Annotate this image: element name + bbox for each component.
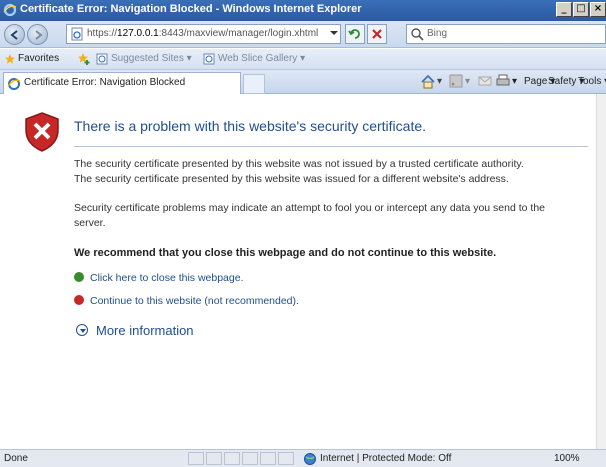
search-placeholder: Bing bbox=[427, 28, 448, 39]
read-mail-icon[interactable] bbox=[478, 75, 492, 87]
explanation-line-2: The security certificate presented by th… bbox=[74, 173, 509, 185]
refresh-button[interactable] bbox=[345, 24, 365, 44]
favorites-bar: Favorites Suggested Sites ▾ Web Slice Ga… bbox=[0, 49, 606, 70]
page-title: There is a problem with this website's s… bbox=[74, 118, 427, 134]
red-x-shield-icon bbox=[74, 295, 84, 305]
feeds-icon[interactable] bbox=[449, 74, 463, 88]
new-tab-button[interactable] bbox=[243, 74, 265, 94]
window-title: Certificate Error: Navigation Blocked - … bbox=[20, 3, 362, 15]
title-bar: Certificate Error: Navigation Blocked - … bbox=[0, 0, 606, 21]
status-pane bbox=[224, 452, 240, 465]
status-text: Done bbox=[4, 453, 28, 464]
tab-certificate-error[interactable]: Certificate Error: Navigation Blocked bbox=[3, 72, 241, 94]
continue-link-label: Continue to this website (not recommende… bbox=[90, 295, 299, 307]
print-icon[interactable] bbox=[496, 74, 510, 88]
status-pane bbox=[242, 452, 258, 465]
address-dropdown-icon[interactable] bbox=[328, 26, 340, 40]
more-information-toggle[interactable]: More information bbox=[76, 323, 194, 338]
tab-label: Certificate Error: Navigation Blocked bbox=[24, 77, 186, 88]
address-input[interactable]: https://127.0.0.1:8443/maxview/manager/l… bbox=[66, 24, 341, 44]
more-information-label: More information bbox=[96, 323, 194, 338]
status-pane bbox=[278, 452, 294, 465]
favorites-button[interactable]: Favorites bbox=[18, 53, 59, 64]
tools-menu[interactable]: Tools ▾ bbox=[578, 76, 606, 87]
home-icon[interactable] bbox=[420, 74, 436, 90]
web-slice-icon bbox=[203, 53, 215, 65]
green-check-shield-icon bbox=[74, 272, 84, 282]
url-path: :8443/maxview/manager/login.xhtml bbox=[158, 28, 319, 39]
warning-paragraph: Security certificate problems may indica… bbox=[74, 202, 546, 229]
favorites-star-icon bbox=[5, 54, 15, 64]
status-pane bbox=[206, 452, 222, 465]
page-icon bbox=[71, 27, 83, 41]
back-arrow-icon bbox=[10, 30, 18, 40]
explanation-line-1: The security certificate presented by th… bbox=[74, 158, 524, 170]
vertical-scrollbar[interactable] bbox=[596, 94, 606, 449]
minimize-button[interactable]: _ bbox=[556, 2, 572, 17]
page-content: There is a problem with this website's s… bbox=[0, 94, 596, 449]
divider bbox=[74, 146, 588, 147]
tab-command-bar: Certificate Error: Navigation Blocked ▾ … bbox=[0, 70, 606, 94]
security-zone[interactable]: Internet | Protected Mode: Off bbox=[320, 453, 451, 464]
zoom-level[interactable]: 100% bbox=[554, 453, 580, 464]
close-window-button[interactable]: × bbox=[590, 2, 606, 17]
close-webpage-link[interactable]: Click here to close this webpage. bbox=[74, 272, 244, 284]
search-input[interactable]: Bing bbox=[406, 24, 606, 44]
status-pane bbox=[188, 452, 204, 465]
back-button[interactable] bbox=[4, 24, 25, 45]
close-webpage-link-label: Click here to close this webpage. bbox=[90, 272, 244, 284]
window-controls: _ □ × bbox=[556, 2, 606, 17]
maximize-button[interactable]: □ bbox=[573, 2, 589, 17]
status-pane bbox=[260, 452, 276, 465]
url-host: 127.0.0.1 bbox=[117, 28, 159, 39]
expand-chevron-icon bbox=[76, 324, 88, 336]
web-slice-gallery-link[interactable]: Web Slice Gallery ▾ bbox=[218, 53, 305, 64]
search-icon bbox=[411, 28, 424, 41]
refresh-icon bbox=[348, 29, 360, 39]
forward-button[interactable] bbox=[27, 24, 48, 45]
stop-button[interactable] bbox=[367, 24, 387, 44]
suggested-sites-link[interactable]: Suggested Sites ▾ bbox=[111, 53, 192, 64]
add-favorite-icon[interactable] bbox=[77, 52, 91, 66]
recommendation-text: We recommend that you close this webpage… bbox=[74, 247, 497, 259]
continue-to-website-link[interactable]: Continue to this website (not recommende… bbox=[74, 295, 299, 307]
internet-explorer-icon bbox=[3, 3, 17, 17]
ie-tab-icon bbox=[7, 78, 21, 90]
error-shield-icon bbox=[25, 112, 59, 152]
suggested-sites-icon bbox=[96, 53, 108, 65]
forward-arrow-icon bbox=[35, 30, 43, 40]
url-scheme: https:// bbox=[87, 28, 118, 39]
globe-icon bbox=[304, 453, 316, 465]
status-bar: Done Internet | Protected Mode: Off 100% bbox=[0, 449, 606, 467]
stop-icon bbox=[372, 29, 382, 39]
